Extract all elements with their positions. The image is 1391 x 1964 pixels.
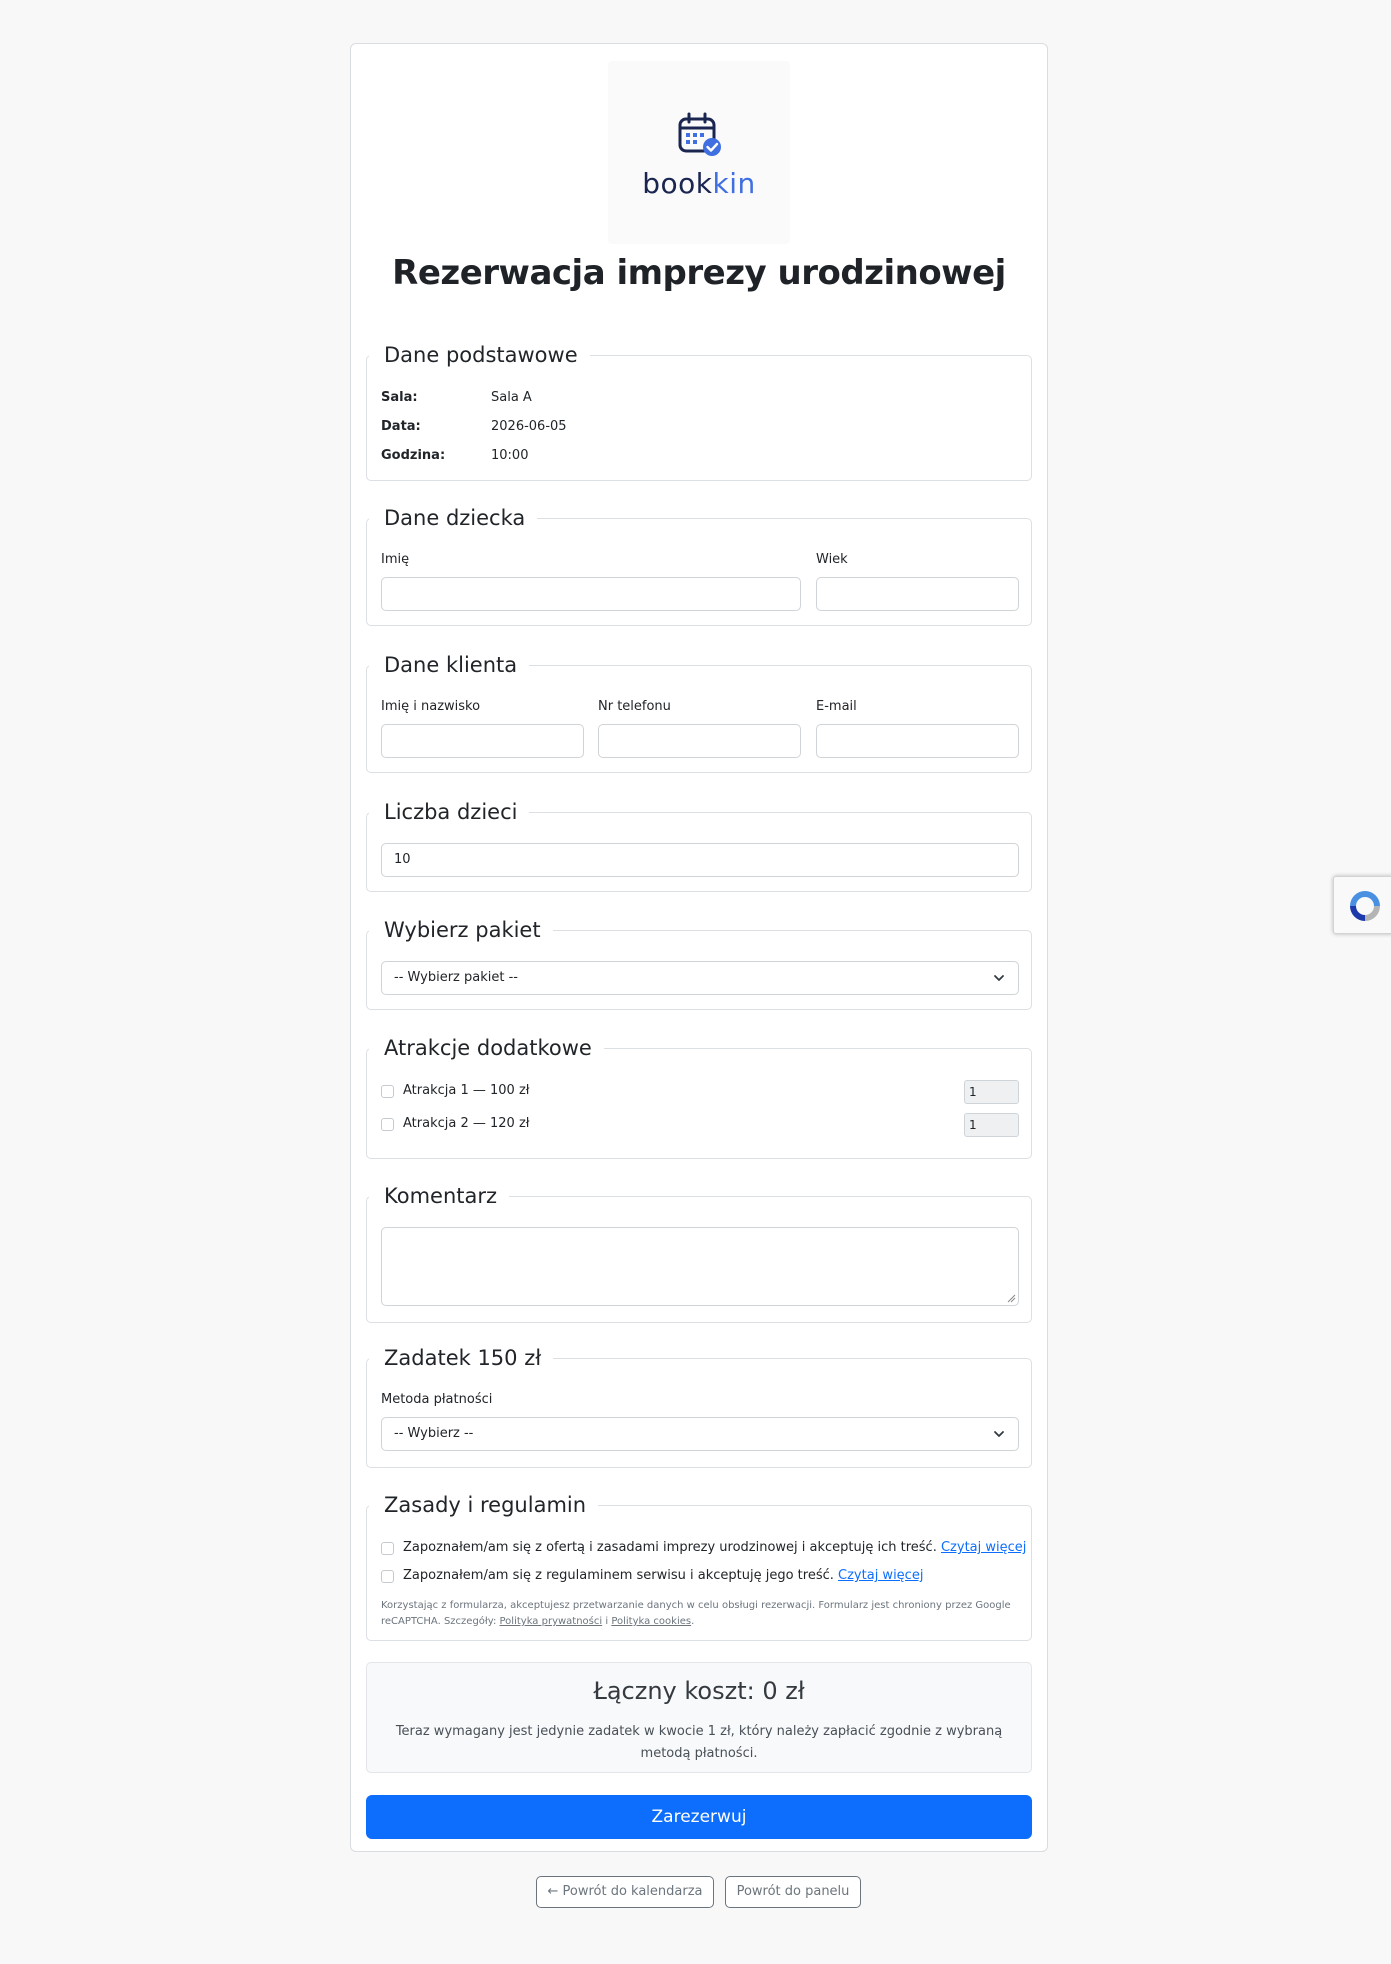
rules-section: Zasady i regulamin Zapoznałem/am się z o… [366, 1491, 1032, 1641]
child-info-section: Dane dziecka Imię Wiek [366, 504, 1032, 626]
extras-section: Atrakcje dodatkowe Atrakcja 1 — 100 zł 1… [366, 1034, 1032, 1159]
section-legend: Zadatek 150 zł [369, 1344, 554, 1372]
back-to-panel-button[interactable]: Powrót do panelu [725, 1876, 861, 1908]
email-label: E-mail [816, 699, 857, 714]
extra-2-checkbox[interactable] [381, 1118, 394, 1131]
kids-count-input[interactable]: 10 [381, 843, 1019, 877]
email-input[interactable] [816, 724, 1019, 758]
basic-info-section: Dane podstawowe Sala: Sala A Data: 2026-… [366, 341, 1032, 481]
reserve-button[interactable]: Zarezerwuj [366, 1795, 1032, 1839]
extra-1-checkbox[interactable] [381, 1085, 394, 1098]
time-value: 10:00 [491, 448, 529, 463]
cookies-policy-link[interactable]: Polityka cookies [611, 1616, 691, 1627]
phone-input[interactable] [598, 724, 801, 758]
offer-rules-label: Zapoznałem/am się z ofertą i zasadami im… [403, 1540, 1027, 1555]
terms-label: Zapoznałem/am się z regulaminem serwisu … [403, 1568, 924, 1583]
logo-text-kin: kin [712, 167, 756, 200]
chevron-down-icon [994, 1431, 1004, 1437]
room-label: Sala: [381, 390, 418, 405]
recaptcha-badge[interactable] [1333, 876, 1391, 934]
package-select[interactable]: -- Wybierz pakiet -- [381, 961, 1019, 995]
payment-method-label: Metoda płatności [381, 1392, 493, 1407]
client-name-input[interactable] [381, 724, 584, 758]
chevron-down-icon [994, 975, 1004, 981]
offer-read-more-link[interactable]: Czytaj więcej [941, 1540, 1026, 1555]
cost-summary: Łączny koszt: 0 zł Teraz wymagany jest j… [366, 1662, 1032, 1773]
section-legend: Wybierz pakiet [369, 916, 553, 944]
back-to-calendar-button[interactable]: ← Powrót do kalendarza [536, 1876, 714, 1908]
deposit-info: Teraz wymagany jest jedynie zadatek w kw… [395, 1724, 1003, 1761]
room-value: Sala A [491, 390, 532, 405]
section-legend: Atrakcje dodatkowe [369, 1034, 604, 1062]
date-value: 2026-06-05 [491, 419, 567, 434]
section-legend: Dane dziecka [369, 504, 538, 532]
extra-1-label: Atrakcja 1 — 100 zł [403, 1083, 530, 1098]
client-info-section: Dane klienta Imię i nazwisko Nr telefonu… [366, 651, 1032, 773]
payment-method-selected: -- Wybierz -- [394, 1426, 474, 1441]
booking-card: bookkin Rezerwacja imprezy urodzinowej D… [350, 43, 1048, 1852]
logo-text-book: book [642, 167, 713, 200]
child-name-label: Imię [381, 552, 410, 567]
payment-method-select[interactable]: -- Wybierz -- [381, 1417, 1019, 1451]
logo-wordmark: bookkin [608, 167, 790, 200]
client-name-label: Imię i nazwisko [381, 699, 481, 714]
extra-1-qty[interactable]: 1 [964, 1080, 1019, 1104]
extra-2-qty[interactable]: 1 [964, 1113, 1019, 1137]
terms-checkbox[interactable] [381, 1570, 394, 1583]
extra-2-label: Atrakcja 2 — 120 zł [403, 1116, 530, 1131]
child-name-input[interactable] [381, 577, 801, 611]
time-label: Godzina: [381, 448, 446, 463]
section-legend: Komentarz [369, 1182, 510, 1210]
privacy-policy-link[interactable]: Polityka prywatności [500, 1616, 603, 1627]
child-age-input[interactable] [816, 577, 1019, 611]
kids-count-section: Liczba dzieci 10 [366, 798, 1032, 892]
recaptcha-icon [1350, 891, 1380, 921]
bookkin-logo: bookkin [608, 61, 790, 244]
child-age-label: Wiek [816, 552, 848, 567]
package-section: Wybierz pakiet -- Wybierz pakiet -- [366, 916, 1032, 1010]
deposit-section: Zadatek 150 zł Metoda płatności -- Wybie… [366, 1344, 1032, 1468]
offer-rules-checkbox[interactable] [381, 1542, 394, 1555]
comment-section: Komentarz [366, 1182, 1032, 1323]
comment-textarea[interactable] [381, 1227, 1019, 1306]
calendar-check-icon [678, 112, 721, 156]
total-cost: Łączny koszt: 0 zł [593, 1677, 805, 1705]
recaptcha-notice: Korzystając z formularza, akceptujesz pr… [381, 1600, 1011, 1627]
package-selected: -- Wybierz pakiet -- [394, 970, 518, 985]
section-legend: Zasady i regulamin [369, 1491, 599, 1519]
resize-handle-icon[interactable] [1007, 1294, 1016, 1303]
terms-read-more-link[interactable]: Czytaj więcej [838, 1568, 923, 1583]
section-legend: Dane klienta [369, 651, 530, 679]
page-title: Rezerwacja imprezy urodzinowej [392, 253, 1006, 293]
section-legend: Dane podstawowe [369, 341, 590, 369]
phone-label: Nr telefonu [598, 699, 671, 714]
section-legend: Liczba dzieci [369, 798, 530, 826]
date-label: Data: [381, 419, 421, 434]
